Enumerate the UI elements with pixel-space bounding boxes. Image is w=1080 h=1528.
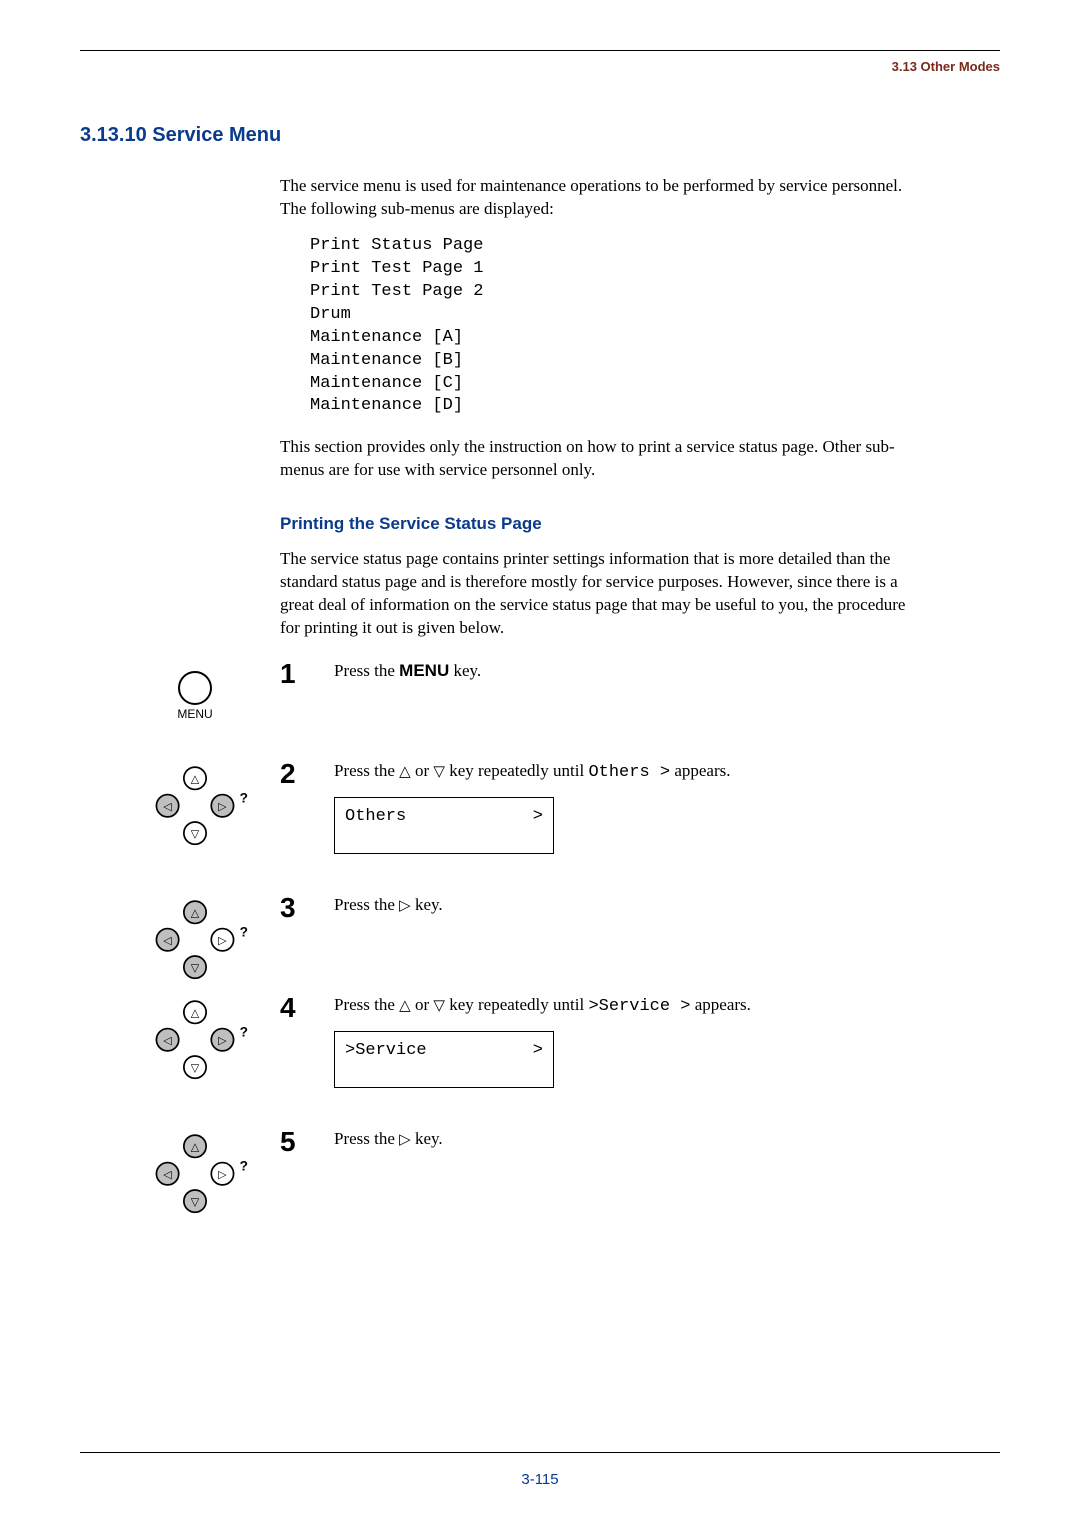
step-4-mono: >Service > [588, 997, 690, 1016]
down-triangle-icon: ▽ [433, 998, 445, 1014]
step-2-pre: Press the [334, 761, 399, 780]
step-2-mono: Others > [588, 763, 670, 782]
step-5-icon: △ ▽ ◁ ▷ ? [80, 1128, 280, 1228]
step-2-posta: key repeatedly until [445, 761, 589, 780]
step-number: 3 [280, 894, 320, 994]
lcd-left: Others [345, 806, 406, 829]
lcd-display: Others > [334, 797, 554, 854]
step-4-posta: key repeatedly until [445, 995, 589, 1014]
down-arrow-icon: ▽ [191, 828, 200, 840]
right-arrow-icon: ▷ [218, 1035, 227, 1047]
left-arrow-icon: ◁ [163, 1169, 172, 1181]
up-arrow-icon: △ [191, 774, 200, 786]
step-number: 1 [280, 660, 320, 760]
right-arrow-icon: ▷ [218, 1169, 227, 1181]
up-arrow-icon: △ [191, 1141, 200, 1153]
down-arrow-icon: ▽ [191, 962, 200, 974]
nav-cluster-icon: △ ▽ ◁ ▷ ? [135, 894, 255, 994]
right-arrow-icon: ▷ [218, 801, 227, 813]
step-5-text: Press the ▷ key. [320, 1128, 920, 1228]
down-arrow-icon: ▽ [191, 1196, 200, 1208]
up-arrow-icon: △ [191, 1007, 200, 1019]
up-triangle-icon: △ [399, 764, 411, 780]
note-paragraph: This section provides only the instructi… [280, 436, 920, 482]
step-4-mid: or [411, 995, 434, 1014]
step-2-icon: △ ▽ ◁ ▷ ? [80, 760, 280, 894]
intro-paragraph: The service menu is used for maintenance… [280, 175, 920, 221]
sub-heading: Printing the Service Status Page [280, 514, 920, 534]
section-number: 3.13.10 [80, 124, 147, 146]
lcd-left: >Service [345, 1040, 427, 1063]
up-triangle-icon: △ [399, 998, 411, 1014]
down-triangle-icon: ▽ [433, 764, 445, 780]
step-4-icon: △ ▽ ◁ ▷ ? [80, 994, 280, 1128]
step-1-pre: Press the [334, 661, 399, 680]
nav-cluster-icon: △ ▽ ◁ ▷ ? [135, 760, 255, 860]
nav-cluster-icon: △ ▽ ◁ ▷ ? [135, 1128, 255, 1228]
nav-cluster-icon: △ ▽ ◁ ▷ ? [135, 994, 255, 1094]
help-icon: ? [240, 1158, 248, 1173]
step-2-text: Press the △ or ▽ key repeatedly until Ot… [320, 760, 920, 894]
section-title: Service Menu [152, 124, 281, 146]
down-arrow-icon: ▽ [191, 1062, 200, 1074]
submenu-list: Print Status Page Print Test Page 1 Prin… [310, 235, 920, 419]
lcd-display: >Service > [334, 1031, 554, 1088]
left-arrow-icon: ◁ [163, 935, 172, 947]
step-3-text: Press the ▷ key. [320, 894, 920, 994]
step-3-post: key. [411, 895, 443, 914]
section-heading: 3.13.10 Service Menu [80, 124, 1000, 147]
subintro-paragraph: The service status page contains printer… [280, 548, 920, 640]
step-4-text: Press the △ or ▽ key repeatedly until >S… [320, 994, 920, 1128]
menu-key-icon: MENU [135, 660, 255, 760]
help-icon: ? [240, 1024, 248, 1039]
right-triangle-icon: ▷ [399, 1132, 411, 1148]
help-icon: ? [240, 924, 248, 939]
step-2-mid: or [411, 761, 434, 780]
menu-key-label: MENU [399, 661, 449, 680]
bottom-rule [80, 1452, 1000, 1453]
left-arrow-icon: ◁ [163, 1035, 172, 1047]
step-1-text: Press the MENU key. [320, 660, 920, 760]
up-arrow-icon: △ [191, 907, 200, 919]
top-rule [80, 50, 1000, 51]
right-triangle-icon: ▷ [399, 898, 411, 914]
step-1-icon: MENU [80, 660, 280, 760]
step-number: 4 [280, 994, 320, 1128]
step-2-postb: appears. [670, 761, 730, 780]
step-3-icon: △ ▽ ◁ ▷ ? [80, 894, 280, 994]
step-4-postb: appears. [690, 995, 750, 1014]
step-4-pre: Press the [334, 995, 399, 1014]
menu-label: MENU [177, 707, 212, 721]
lcd-right: > [533, 1040, 543, 1063]
left-arrow-icon: ◁ [163, 801, 172, 813]
right-arrow-icon: ▷ [218, 935, 227, 947]
step-5-pre: Press the [334, 1129, 399, 1148]
step-3-pre: Press the [334, 895, 399, 914]
step-number: 2 [280, 760, 320, 894]
breadcrumb: 3.13 Other Modes [80, 59, 1000, 74]
step-number: 5 [280, 1128, 320, 1228]
lcd-right: > [533, 806, 543, 829]
page-number: 3-115 [80, 1471, 1000, 1488]
step-1-post: key. [449, 661, 481, 680]
help-icon: ? [240, 790, 248, 805]
step-5-post: key. [411, 1129, 443, 1148]
